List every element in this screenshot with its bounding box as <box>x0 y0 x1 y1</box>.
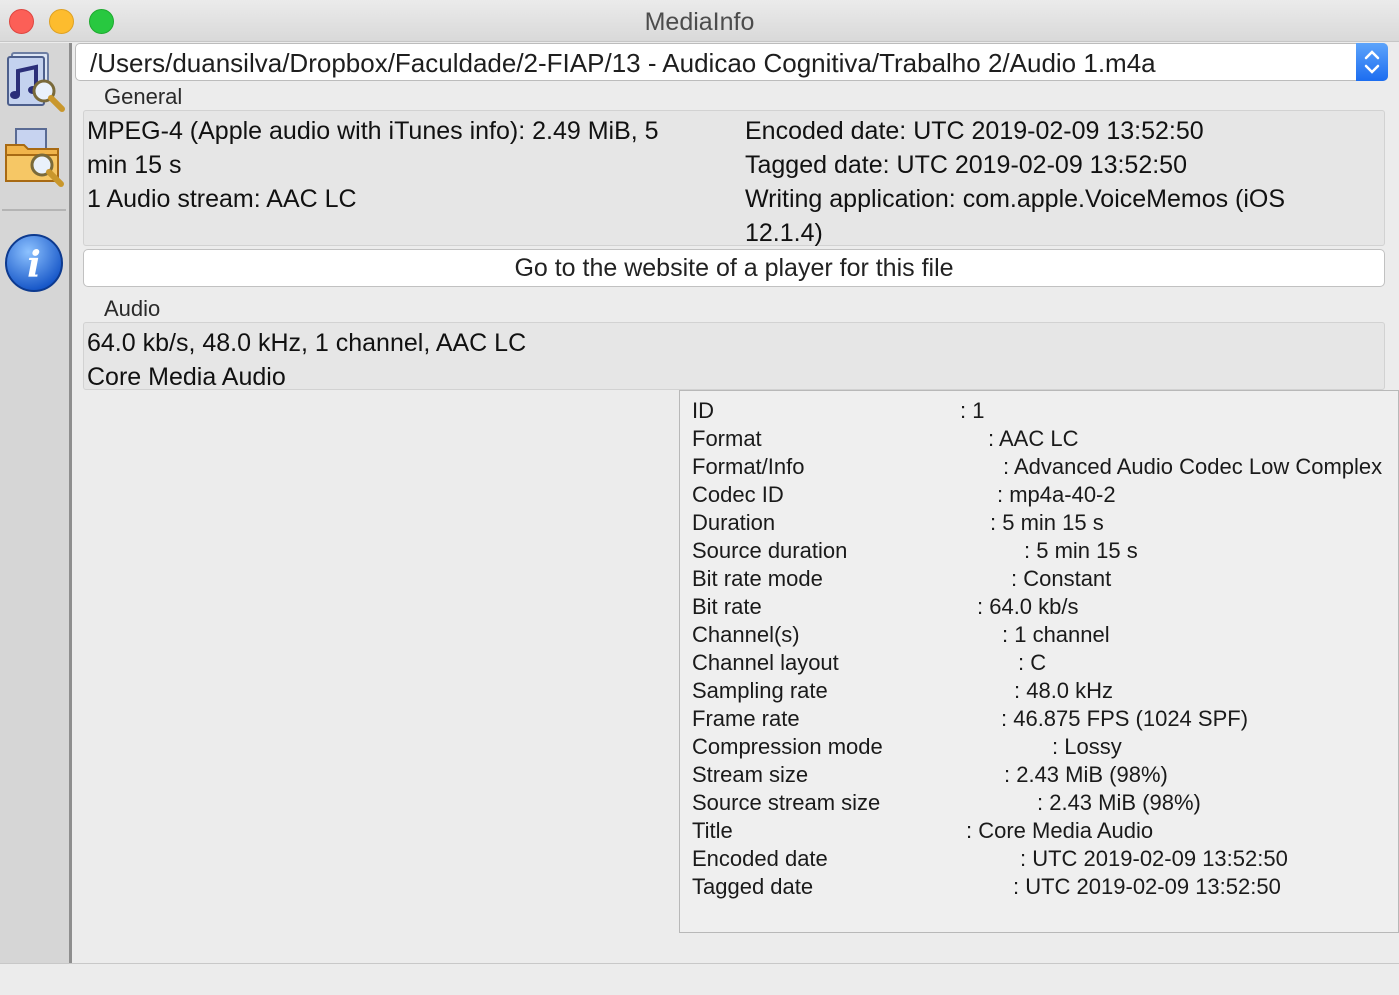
tooltip-key: Stream size <box>692 762 809 787</box>
sidebar: i <box>0 43 72 963</box>
sidebar-divider <box>2 209 66 211</box>
general-detail-line: Tagged date: UTC 2019-02-09 13:52:50 <box>745 151 1187 179</box>
audio-section: 64.0 kb/s, 48.0 kHz, 1 channel, AAC LC C… <box>83 322 1385 391</box>
window-title: MediaInfo <box>644 8 755 36</box>
info-icon: i <box>5 234 63 292</box>
folder-search-icon <box>5 128 64 187</box>
tooltip-value: : 2.43 MiB (98%) <box>1037 790 1201 815</box>
tooltip-value: : 5 min 15 s <box>1024 538 1138 563</box>
tooltip-key: Encoded date <box>692 846 828 871</box>
about-button[interactable]: i <box>2 231 66 295</box>
general-section-label: General <box>104 84 183 109</box>
tooltip-value: : 5 min 15 s <box>990 510 1104 535</box>
tooltip-value: : UTC 2019-02-09 13:52:50 <box>1013 874 1281 899</box>
tooltip-key: Bit rate <box>692 594 762 619</box>
music-file-search-icon <box>7 52 65 112</box>
tooltip-key: Title <box>692 818 733 843</box>
tooltip-value: : Core Media Audio <box>966 818 1154 843</box>
tooltip-key: Duration <box>692 510 776 535</box>
audio-section-label: Audio <box>104 296 161 321</box>
tooltip-key: Source stream size <box>692 790 881 815</box>
tooltip-key: Format/Info <box>692 454 805 479</box>
tooltip-value: : Advanced Audio Codec Low Complex <box>1003 454 1383 479</box>
general-detail-line: Encoded date: UTC 2019-02-09 13:52:50 <box>745 117 1204 145</box>
player-website-button[interactable]: Go to the website of a player for this f… <box>83 249 1385 287</box>
audio-summary-line: Core Media Audio <box>87 363 286 391</box>
audio-details-tooltip: ID : 1 Format : AAC LC Format/Info : Adv… <box>679 390 1399 933</box>
tooltip-key: ID <box>692 398 714 423</box>
svg-text:i: i <box>27 244 41 286</box>
tooltip-value: : mp4a-40-2 <box>997 482 1116 507</box>
tooltip-value: : UTC 2019-02-09 13:52:50 <box>1020 846 1288 871</box>
file-path-select[interactable]: /Users/duansilva/Dropbox/Faculdade/2-FIA… <box>75 43 1388 81</box>
tooltip-value: : 1 channel <box>1002 622 1110 647</box>
tooltip-value: : 48.0 kHz <box>1014 678 1114 703</box>
status-bar <box>0 963 1399 995</box>
dropdown-arrows-icon[interactable] <box>1356 43 1388 81</box>
general-summary-line: MPEG-4 (Apple audio with iTunes info): 2… <box>87 117 659 145</box>
general-summary-line: min 15 s <box>87 151 182 179</box>
tooltip-value: : C <box>1018 650 1047 675</box>
tooltip-key: Sampling rate <box>692 678 828 703</box>
tooltip-key: Channel(s) <box>692 622 800 647</box>
tooltip-value: : 46.875 FPS (1024 SPF) <box>1001 706 1249 731</box>
general-detail-line: 12.1.4) <box>745 219 823 247</box>
tooltip-value: : Constant <box>1011 566 1112 591</box>
tooltip-value: : 2.43 MiB (98%) <box>1004 762 1168 787</box>
tooltip-key: Frame rate <box>692 706 800 731</box>
general-detail-line: Writing application: com.apple.VoiceMemo… <box>745 185 1286 213</box>
tooltip-value: : 64.0 kb/s <box>977 594 1079 619</box>
general-section: MPEG-4 (Apple audio with iTunes info): 2… <box>83 110 1385 247</box>
tooltip-key: Bit rate mode <box>692 566 823 591</box>
tooltip-key: Tagged date <box>692 874 814 899</box>
audio-summary-line: 64.0 kb/s, 48.0 kHz, 1 channel, AAC LC <box>87 329 527 357</box>
tooltip-value: : 1 <box>960 398 985 423</box>
tooltip-key: Compression mode <box>692 734 883 759</box>
tooltip-key: Codec ID <box>692 482 784 507</box>
tooltip-key: Format <box>692 426 762 451</box>
file-path-value: /Users/duansilva/Dropbox/Faculdade/2-FIA… <box>90 48 1156 78</box>
tooltip-value: : Lossy <box>1052 734 1122 759</box>
title-bar: MediaInfo <box>0 0 1399 42</box>
tooltip-value: : AAC LC <box>988 426 1079 451</box>
open-file-button[interactable] <box>2 49 66 113</box>
general-summary-line: 1 Audio stream: AAC LC <box>87 185 357 213</box>
open-folder-button[interactable] <box>2 125 66 189</box>
tooltip-key: Source duration <box>692 538 848 563</box>
tooltip-key: Channel layout <box>692 650 839 675</box>
